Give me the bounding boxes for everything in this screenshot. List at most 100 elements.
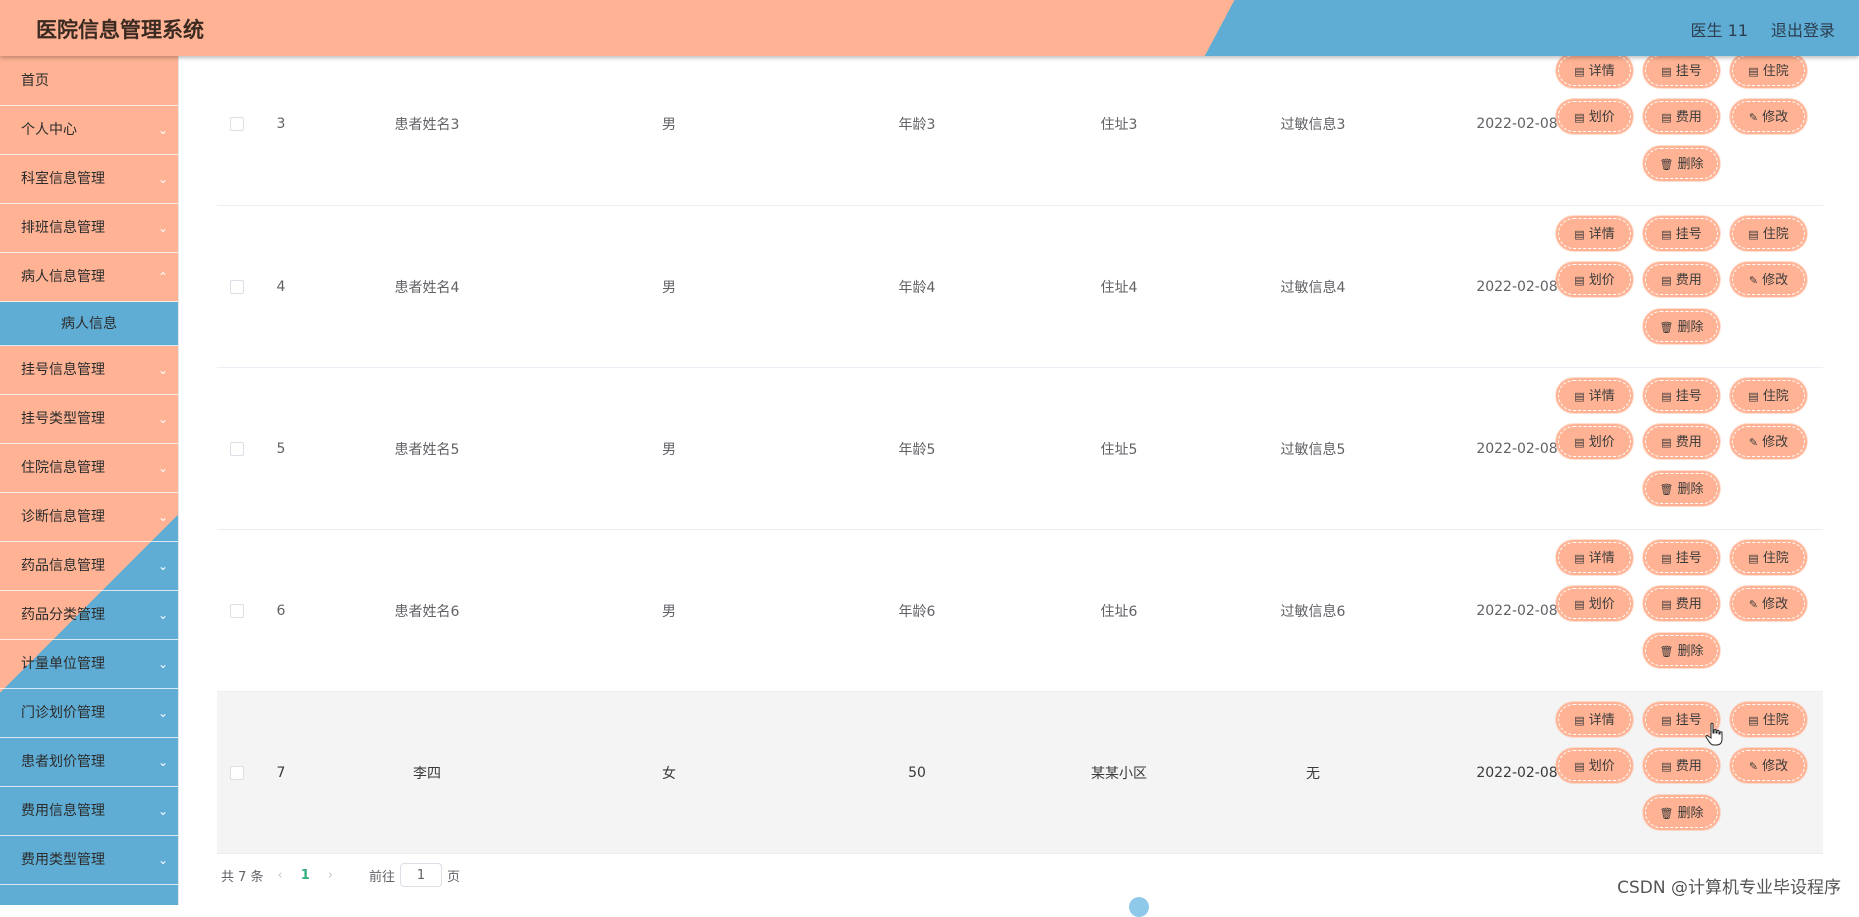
edit-icon: ✎	[1748, 436, 1759, 449]
edit-button[interactable]: ✎ 修改	[1732, 588, 1805, 619]
register-button[interactable]: ▤ 挂号	[1645, 542, 1718, 573]
delete-button[interactable]: 🗑 删除	[1645, 148, 1718, 179]
sidebar-item-home[interactable]: 首页	[0, 56, 178, 106]
table-row: 4 患者姓名4 男 年龄4 住址4 过敏信息4 2022-02-08 ▤ 详情 ▤…	[217, 206, 1823, 368]
row-checkbox[interactable]	[230, 117, 244, 131]
sidebar-item-medicine[interactable]: 药品信息管理 ⌄	[0, 542, 178, 591]
fee-button[interactable]: ▤ 费用	[1645, 101, 1718, 132]
delete-button[interactable]: 🗑 删除	[1645, 797, 1718, 828]
patient-name: 患者姓名5	[394, 441, 460, 458]
delete-button[interactable]: 🗑 删除	[1645, 311, 1718, 342]
row-checkbox[interactable]	[230, 603, 244, 618]
table-row: 3 患者姓名3 男 年龄3 住址3 过敏信息3 2022-02-08 ▤ 详情 ▤…	[217, 43, 1823, 206]
sidebar-item-department[interactable]: 科室信息管理 ⌄	[0, 155, 178, 204]
sidebar-item-patient[interactable]: 病人信息管理 ⌃	[0, 253, 178, 302]
patient-sex: 男	[662, 117, 676, 133]
sidebar-item-label: 病人信息管理	[21, 269, 105, 285]
document-icon: ▤	[1748, 228, 1759, 241]
row-index: 7	[276, 764, 286, 781]
document-icon: ▤	[1574, 552, 1585, 565]
chevron-down-icon: ⌄	[157, 510, 168, 524]
trash-icon: 🗑	[1659, 483, 1674, 496]
document-icon: ▤	[1661, 65, 1672, 78]
sidebar-item-personal-center[interactable]: 个人中心 ⌄	[0, 106, 178, 155]
patient-name: 患者姓名4	[394, 279, 460, 296]
row-actions: ▤ 详情 ▤ 挂号 ▤ 住院 ▤ 划价 ▤ 费用 ✎ 修改 🗑 删除	[1550, 530, 1810, 691]
sidebar-item-label: 首页	[21, 73, 49, 89]
prev-page-icon[interactable]: ‹	[278, 868, 283, 883]
sidebar-item-medicine-category[interactable]: 药品分类管理 ⌄	[0, 591, 178, 640]
sidebar-item-label: 费用信息管理	[21, 803, 105, 819]
sidebar-item-fee[interactable]: 费用信息管理 ⌄	[0, 787, 178, 836]
sidebar-item-patient-pricing[interactable]: 患者划价管理 ⌄	[0, 738, 178, 787]
sidebar-subitem-patient-info[interactable]: 病人信息	[0, 302, 178, 346]
price-button[interactable]: ▤ 划价	[1558, 101, 1631, 132]
detail-button[interactable]: ▤ 详情	[1558, 218, 1631, 249]
hospitalize-button[interactable]: ▤ 住院	[1732, 218, 1805, 249]
price-button[interactable]: ▤ 划价	[1558, 426, 1631, 457]
register-button[interactable]: ▤ 挂号	[1645, 55, 1718, 86]
sidebar-item-label: 计量单位管理	[21, 656, 105, 672]
detail-button[interactable]: ▤ 详情	[1558, 704, 1631, 735]
goto-page-input[interactable]	[400, 863, 443, 887]
edit-icon: ✎	[1748, 274, 1759, 287]
sidebar-item-unit[interactable]: 计量单位管理 ⌄	[0, 640, 178, 689]
price-button[interactable]: ▤ 划价	[1558, 588, 1631, 619]
sidebar-item-registration-type[interactable]: 挂号类型管理 ⌄	[0, 395, 178, 444]
sidebar-item-fee-type[interactable]: 费用类型管理 ⌄	[0, 836, 178, 885]
document-icon: ▤	[1661, 436, 1672, 449]
fee-button[interactable]: ▤ 费用	[1645, 426, 1718, 457]
row-checkbox[interactable]	[230, 441, 244, 456]
sidebar-item-diagnosis[interactable]: 诊断信息管理 ⌄	[0, 493, 178, 542]
patient-age: 年龄3	[898, 117, 936, 133]
edit-icon: ✎	[1748, 111, 1759, 124]
current-user: 医生 11	[1690, 21, 1748, 40]
logout-link[interactable]: 退出登录	[1771, 17, 1835, 41]
register-button[interactable]: ▤ 挂号	[1645, 218, 1718, 249]
fee-button[interactable]: ▤ 费用	[1645, 264, 1718, 295]
edit-button[interactable]: ✎ 修改	[1732, 264, 1805, 295]
price-button[interactable]: ▤ 划价	[1558, 750, 1631, 781]
hospitalize-button[interactable]: ▤ 住院	[1732, 55, 1805, 86]
scroll-indicator[interactable]	[1129, 897, 1149, 917]
detail-button[interactable]: ▤ 详情	[1558, 55, 1631, 86]
patient-allergy: 无	[1306, 765, 1320, 782]
document-icon: ▤	[1661, 111, 1672, 124]
delete-button[interactable]: 🗑 删除	[1645, 635, 1718, 666]
chevron-down-icon: ⌄	[157, 755, 168, 769]
patient-address: 某某小区	[1091, 765, 1147, 782]
edit-button[interactable]: ✎ 修改	[1732, 426, 1805, 457]
table-row: 6 患者姓名6 男 年龄6 住址6 过敏信息6 2022-02-08 ▤ 详情 ▤…	[217, 530, 1823, 692]
sidebar-item-outpatient-pricing[interactable]: 门诊划价管理 ⌄	[0, 689, 178, 738]
patient-sex: 男	[662, 441, 676, 458]
patient-address: 住址4	[1100, 279, 1138, 296]
document-icon: ▤	[1574, 760, 1585, 773]
sidebar-item-label: 诊断信息管理	[21, 509, 105, 525]
price-button[interactable]: ▤ 划价	[1558, 264, 1631, 295]
next-page-icon[interactable]: ›	[328, 868, 333, 883]
row-index: 5	[276, 440, 286, 457]
edit-button[interactable]: ✎ 修改	[1732, 101, 1805, 132]
patient-sex: 女	[662, 765, 676, 782]
chevron-down-icon: ⌄	[157, 804, 168, 818]
hospitalize-button[interactable]: ▤ 住院	[1732, 704, 1805, 735]
row-checkbox[interactable]	[230, 279, 244, 294]
sidebar-item-schedule[interactable]: 排班信息管理 ⌄	[0, 204, 178, 253]
hospitalize-button[interactable]: ▤ 住院	[1732, 380, 1805, 411]
register-button[interactable]: ▤ 挂号	[1645, 380, 1718, 411]
page-number[interactable]: 1	[301, 868, 310, 883]
sidebar-item-registration[interactable]: 挂号信息管理 ⌄	[0, 346, 178, 395]
patient-age: 年龄4	[898, 279, 936, 296]
edit-button[interactable]: ✎ 修改	[1732, 750, 1805, 781]
row-checkbox[interactable]	[230, 765, 244, 780]
patient-table: 3 患者姓名3 男 年龄3 住址3 过敏信息3 2022-02-08 ▤ 详情 ▤…	[217, 43, 1823, 854]
patient-name: 患者姓名6	[394, 603, 460, 620]
hand-cursor-icon	[1705, 722, 1723, 746]
fee-button[interactable]: ▤ 费用	[1645, 750, 1718, 781]
detail-button[interactable]: ▤ 详情	[1558, 542, 1631, 573]
delete-button[interactable]: 🗑 删除	[1645, 473, 1718, 504]
detail-button[interactable]: ▤ 详情	[1558, 380, 1631, 411]
fee-button[interactable]: ▤ 费用	[1645, 588, 1718, 619]
hospitalize-button[interactable]: ▤ 住院	[1732, 542, 1805, 573]
sidebar-item-hospitalization[interactable]: 住院信息管理 ⌄	[0, 444, 178, 493]
